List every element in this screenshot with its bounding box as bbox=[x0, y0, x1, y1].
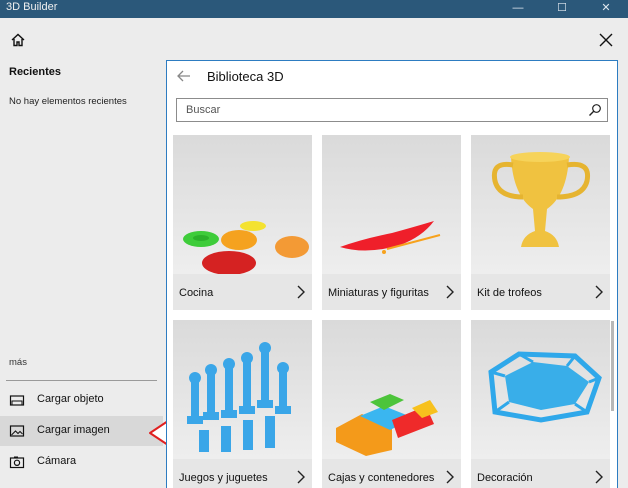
search-icon[interactable] bbox=[588, 103, 602, 117]
search-box[interactable] bbox=[176, 98, 608, 122]
chevron-right-icon bbox=[297, 285, 305, 299]
home-icon bbox=[11, 33, 25, 47]
home-button[interactable] bbox=[6, 28, 30, 52]
tile-label: Cocina bbox=[179, 287, 214, 299]
search-input[interactable] bbox=[177, 99, 586, 121]
tile-label: Decoración bbox=[477, 472, 533, 484]
tile-decoracion[interactable]: Decoración bbox=[471, 320, 610, 488]
tile-juegos[interactable]: Juegos y juguetes bbox=[173, 320, 312, 488]
tile-label: Kit de trofeos bbox=[477, 287, 542, 299]
scrollbar[interactable] bbox=[611, 321, 614, 411]
tile-thumbnail bbox=[322, 135, 461, 274]
tile-label: Juegos y juguetes bbox=[179, 472, 268, 484]
load-image-label: Cargar imagen bbox=[37, 424, 110, 436]
chevron-right-icon bbox=[595, 470, 603, 484]
tile-cocina[interactable]: Cocina bbox=[173, 135, 312, 310]
library-title: Biblioteca 3D bbox=[207, 69, 284, 84]
image-icon bbox=[9, 425, 25, 437]
maximize-button[interactable]: ☐ bbox=[540, 0, 584, 18]
load-object-icon bbox=[9, 395, 25, 406]
title-bar: 3D Builder — ☐ ✕ bbox=[0, 0, 628, 18]
close-window-button[interactable]: ✕ bbox=[584, 0, 628, 18]
tile-label: Cajas y contenedores bbox=[328, 472, 435, 484]
library-panel: Biblioteca 3D Cocina bbox=[166, 60, 618, 488]
library-grid: Cocina Miniaturas y figuritas Kit de tro… bbox=[173, 135, 611, 488]
load-object-label: Cargar objeto bbox=[37, 393, 104, 405]
tile-thumbnail bbox=[471, 135, 610, 274]
back-arrow-icon[interactable] bbox=[175, 67, 193, 85]
tile-cajas[interactable]: Cajas y contenedores bbox=[322, 320, 461, 488]
minimize-button[interactable]: — bbox=[496, 0, 540, 18]
tile-label: Miniaturas y figuritas bbox=[328, 287, 429, 299]
tile-trofeos[interactable]: Kit de trofeos bbox=[471, 135, 610, 310]
load-image-item[interactable]: Cargar imagen bbox=[0, 416, 163, 446]
recent-heading: Recientes bbox=[9, 66, 61, 78]
tile-miniaturas[interactable]: Miniaturas y figuritas bbox=[322, 135, 461, 310]
no-recent-text: No hay elementos recientes bbox=[9, 96, 127, 107]
tile-thumbnail bbox=[173, 320, 312, 459]
camera-label: Cámara bbox=[37, 455, 77, 467]
close-button[interactable] bbox=[594, 28, 618, 52]
chevron-right-icon bbox=[297, 470, 305, 484]
chevron-right-icon bbox=[595, 285, 603, 299]
chevron-right-icon bbox=[446, 470, 454, 484]
more-label: más bbox=[9, 357, 27, 368]
tile-thumbnail bbox=[322, 320, 461, 459]
camera-icon bbox=[9, 456, 25, 469]
window-title: 3D Builder bbox=[6, 1, 58, 13]
divider bbox=[6, 380, 157, 381]
camera-item[interactable]: Cámara bbox=[0, 447, 163, 477]
close-icon bbox=[599, 33, 613, 47]
tile-thumbnail bbox=[173, 135, 312, 274]
chevron-right-icon bbox=[446, 285, 454, 299]
tile-thumbnail bbox=[471, 320, 610, 459]
load-object-item[interactable]: Cargar objeto bbox=[0, 385, 163, 415]
